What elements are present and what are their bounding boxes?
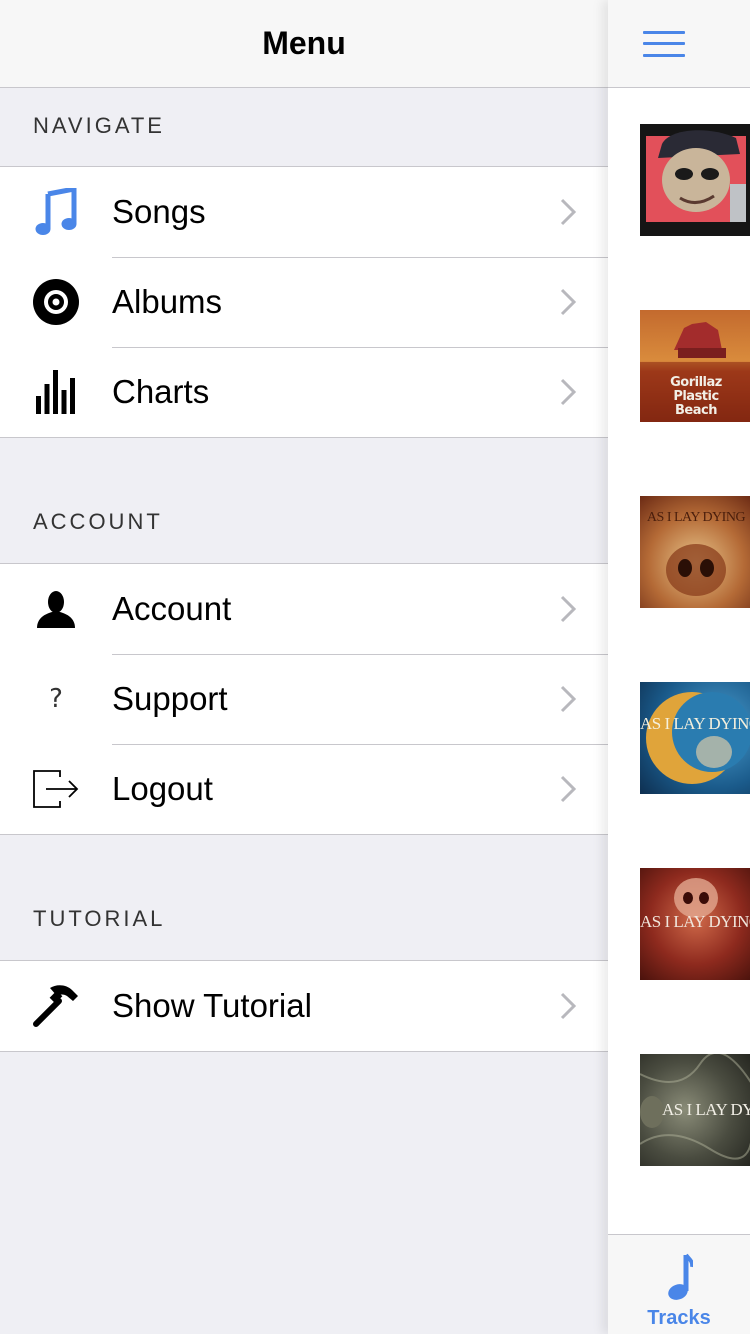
album-thumbnail[interactable] [640,124,750,236]
section-label: TUTORIAL [33,906,166,931]
hammer-icon [0,961,112,1051]
main-nav-bar [608,0,750,88]
album-art-text: Gorillaz Plastic Beach [670,375,722,418]
music-note-icon [0,167,112,257]
menu-title: Menu [262,25,346,61]
hamburger-icon[interactable] [643,30,685,57]
chevron-right-icon [528,378,608,406]
person-icon [0,564,112,654]
menu-item-account[interactable]: Account [0,564,608,654]
music-note-icon [668,1253,693,1300]
chevron-right-icon [528,775,608,803]
album-art-text: AS I LAY DYING [646,510,746,525]
menu-item-label: Albums [112,283,223,320]
section-label: NAVIGATE [33,113,165,138]
album-thumbnail[interactable]: AS I LAY DYING [640,496,750,608]
menu-item-songs[interactable]: Songs [0,167,608,257]
album-art-text: AS I LAY DYING [662,1100,750,1119]
chevron-right-icon [528,992,608,1020]
section-header-tutorial: TUTORIAL [0,835,608,961]
main-view: Gorillaz Plastic Beach AS I LAY DYING AS… [608,0,750,1334]
album-icon [0,257,112,347]
album-list: Gorillaz Plastic Beach AS I LAY DYING AS… [640,124,750,1240]
menu-item-label: Show Tutorial [112,987,312,1024]
tutorial-group: Show Tutorial [0,961,608,1052]
album-thumbnail[interactable]: Gorillaz Plastic Beach [640,310,750,422]
chevron-right-icon [528,595,608,623]
question-icon: ? [49,684,63,714]
chevron-right-icon [528,198,608,226]
section-label: ACCOUNT [33,509,163,534]
section-header-navigate: NAVIGATE [0,88,608,167]
charts-icon [0,347,112,437]
logout-icon [0,744,112,834]
side-menu: Menu NAVIGATE Songs Albums Charts ACCOUN… [0,0,608,1334]
album-art-text: AS I LAY DYING [640,714,750,733]
menu-item-albums[interactable]: Albums [0,257,608,347]
section-header-account: ACCOUNT [0,438,608,564]
tab-tracks[interactable]: Tracks [608,1234,750,1334]
album-thumbnail[interactable]: AS I LAY DYING [640,682,750,794]
album-art-text: AS I LAY DYING [640,912,750,931]
menu-header: Menu [0,0,608,88]
menu-item-label: Support [112,680,228,717]
menu-item-label: Songs [112,193,206,230]
album-thumbnail[interactable]: AS I LAY DYING [640,868,750,980]
menu-item-label: Account [112,590,232,627]
menu-item-label: Logout [112,770,213,807]
chevron-right-icon [528,288,608,316]
menu-item-show-tutorial[interactable]: Show Tutorial [0,961,608,1051]
account-group: Account ? Support Logout [0,564,608,835]
chevron-right-icon [528,685,608,713]
navigate-group: Songs Albums Charts [0,167,608,438]
menu-item-label: Charts [112,373,210,410]
menu-item-charts[interactable]: Charts [0,347,608,437]
menu-item-support[interactable]: ? Support [0,654,608,744]
album-thumbnail[interactable]: AS I LAY DYING [640,1054,750,1166]
menu-item-logout[interactable]: Logout [0,744,608,834]
tab-label: Tracks [647,1307,711,1329]
